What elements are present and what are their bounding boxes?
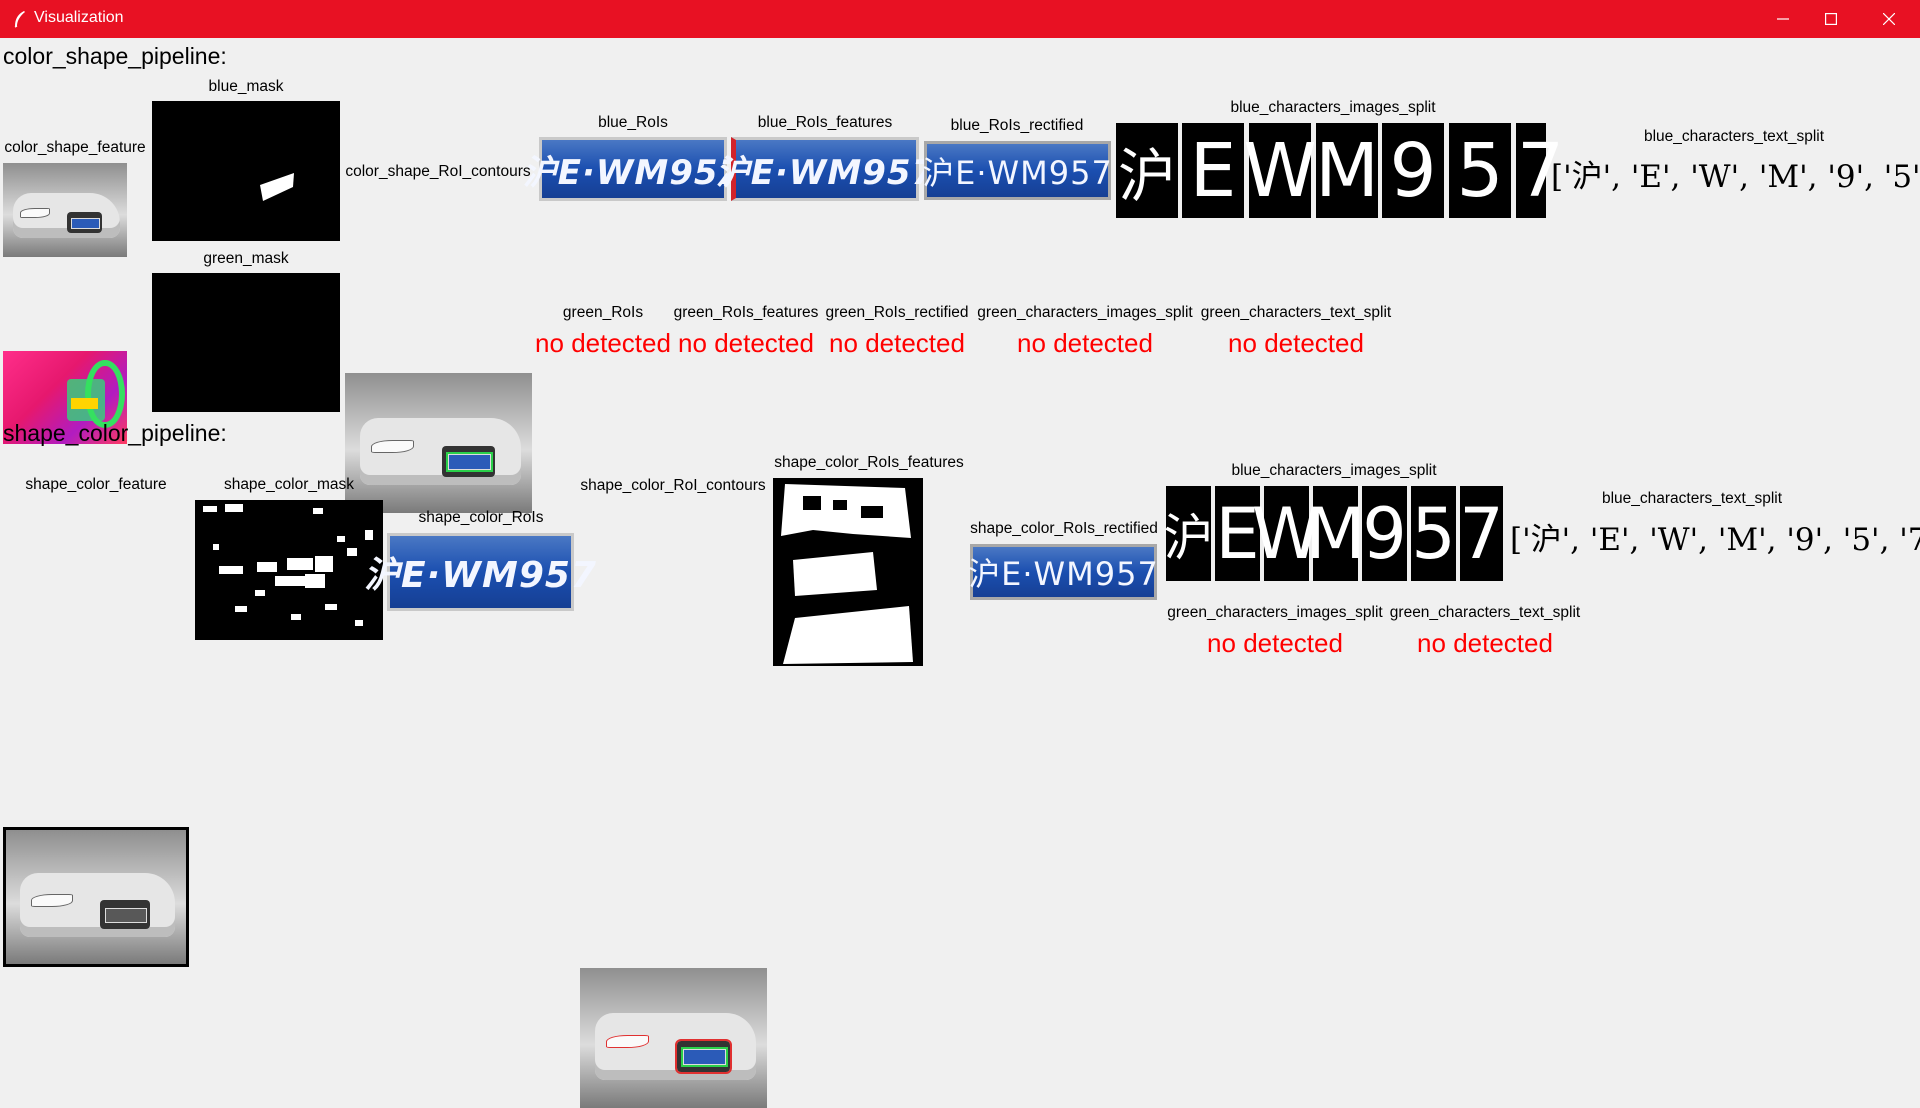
green-rois-label: green_RoIs xyxy=(562,304,644,321)
green-rois-rectified-label: green_RoIs_rectified xyxy=(825,304,969,321)
green-characters-images-no-detected: no detected xyxy=(1017,328,1153,358)
shape-color-mask-label: shape_color_mask xyxy=(223,476,355,493)
shape-blue-characters-text-split-label: blue_characters_text_split xyxy=(1601,490,1783,507)
window-title: Visualization xyxy=(34,9,124,26)
shape-color-feature-image xyxy=(3,827,189,967)
blue-rois-plate-image: 沪E·WM957 xyxy=(523,137,742,201)
character-image: M xyxy=(1315,123,1379,218)
minimize-button[interactable] xyxy=(1760,0,1806,38)
character-image: E xyxy=(1182,123,1244,218)
shape-color-rois-rectified-plate-image: 沪E·WM957 xyxy=(968,544,1158,600)
character-image: 7 xyxy=(1459,486,1504,581)
blue-rois-features-label: blue_RoIs_features xyxy=(757,114,893,131)
green-characters-images-split-label: green_characters_images_split xyxy=(977,304,1193,321)
shape-color-roi-contours-image xyxy=(580,968,767,1108)
feather-icon xyxy=(14,11,25,28)
blue-characters-images-strip: 沪 E W M 9 5 7 xyxy=(1116,123,1564,218)
blue-rois-rectified-plate-image: 沪E·WM957 xyxy=(922,141,1112,200)
green-rois-rectified-no-detected: no detected xyxy=(829,328,965,358)
character-image: 9 xyxy=(1362,486,1407,581)
blue-characters-text-split-label: blue_characters_text_split xyxy=(1643,128,1825,145)
shape-color-feature-label: shape_color_feature xyxy=(25,476,167,493)
shape-green-characters-images-no-detected: no detected xyxy=(1207,628,1343,658)
blue-mask-label: blue_mask xyxy=(208,78,284,95)
green-rois-features-no-detected: no detected xyxy=(678,328,814,358)
blue-characters-text-split-value: ['沪', 'E', 'W', 'M', '9', '5', '7'] xyxy=(1551,159,1920,195)
shape-color-roi-contours-label: shape_color_RoI_contours xyxy=(580,477,766,494)
character-image: 9 xyxy=(1382,123,1444,218)
maximize-icon xyxy=(1825,13,1837,25)
shape-green-characters-text-no-detected: no detected xyxy=(1417,628,1553,658)
color-shape-feature-image-original xyxy=(3,163,127,257)
character-image: W xyxy=(1252,486,1321,581)
shape-green-characters-text-split-label: green_characters_text_split xyxy=(1389,604,1581,621)
green-mask-label: green_mask xyxy=(203,250,289,267)
green-characters-text-no-detected: no detected xyxy=(1228,328,1364,358)
shape-blue-characters-images-split-label: blue_characters_images_split xyxy=(1231,462,1437,479)
blue-characters-images-split-label: blue_characters_images_split xyxy=(1230,99,1436,116)
green-rois-no-detected: no detected xyxy=(535,328,671,358)
minimize-icon xyxy=(1777,18,1789,20)
blue-rois-features-plate-image: 沪E·WM957 xyxy=(716,137,935,201)
shape-color-rois-features-image xyxy=(773,478,923,666)
character-image: 7 xyxy=(1516,123,1564,218)
green-characters-text-split-label: green_characters_text_split xyxy=(1200,304,1392,321)
green-mask-image xyxy=(152,273,340,412)
color-shape-roi-contours-label: color_shape_RoI_contours xyxy=(345,163,531,180)
color-shape-roi-contours-image xyxy=(345,373,532,513)
character-image: M xyxy=(1305,486,1366,581)
blue-mask-image xyxy=(152,101,340,241)
character-image: 沪 xyxy=(1116,123,1178,218)
green-rois-features-label: green_RoIs_features xyxy=(673,304,819,321)
color-shape-feature-label: color_shape_feature xyxy=(4,139,146,156)
shape-color-rois-rectified-label: shape_color_RoIs_rectified xyxy=(970,520,1158,537)
shape-color-pipeline-heading: shape_color_pipeline: xyxy=(3,420,227,446)
shape-color-mask-image xyxy=(195,500,383,640)
character-image: 沪 xyxy=(1164,486,1214,581)
shape-color-rois-label: shape_color_RoIs xyxy=(418,509,544,526)
blue-rois-label: blue_RoIs xyxy=(598,114,668,131)
character-image: 5 xyxy=(1411,486,1456,581)
shape-color-rois-plate-image: 沪E·WM957 xyxy=(364,533,596,611)
shape-green-characters-images-split-label: green_characters_images_split xyxy=(1167,604,1383,621)
shape-blue-characters-text-split-value: ['沪', 'E', 'W', 'M', '9', '5', '7'] xyxy=(1510,522,1920,558)
close-icon xyxy=(1883,13,1895,25)
blue-rois-rectified-label: blue_RoIs_rectified xyxy=(950,117,1084,134)
window-titlebar[interactable]: Visualization xyxy=(0,0,1920,38)
shape-blue-characters-images-strip: 沪 E W M 9 5 7 xyxy=(1164,486,1504,581)
maximize-button[interactable] xyxy=(1808,0,1854,38)
character-image: W xyxy=(1243,123,1317,218)
close-button[interactable] xyxy=(1866,0,1912,38)
shape-color-rois-features-label: shape_color_RoIs_features xyxy=(774,454,964,471)
color-shape-pipeline-heading: color_shape_pipeline: xyxy=(3,43,227,69)
character-image: 5 xyxy=(1449,123,1511,218)
